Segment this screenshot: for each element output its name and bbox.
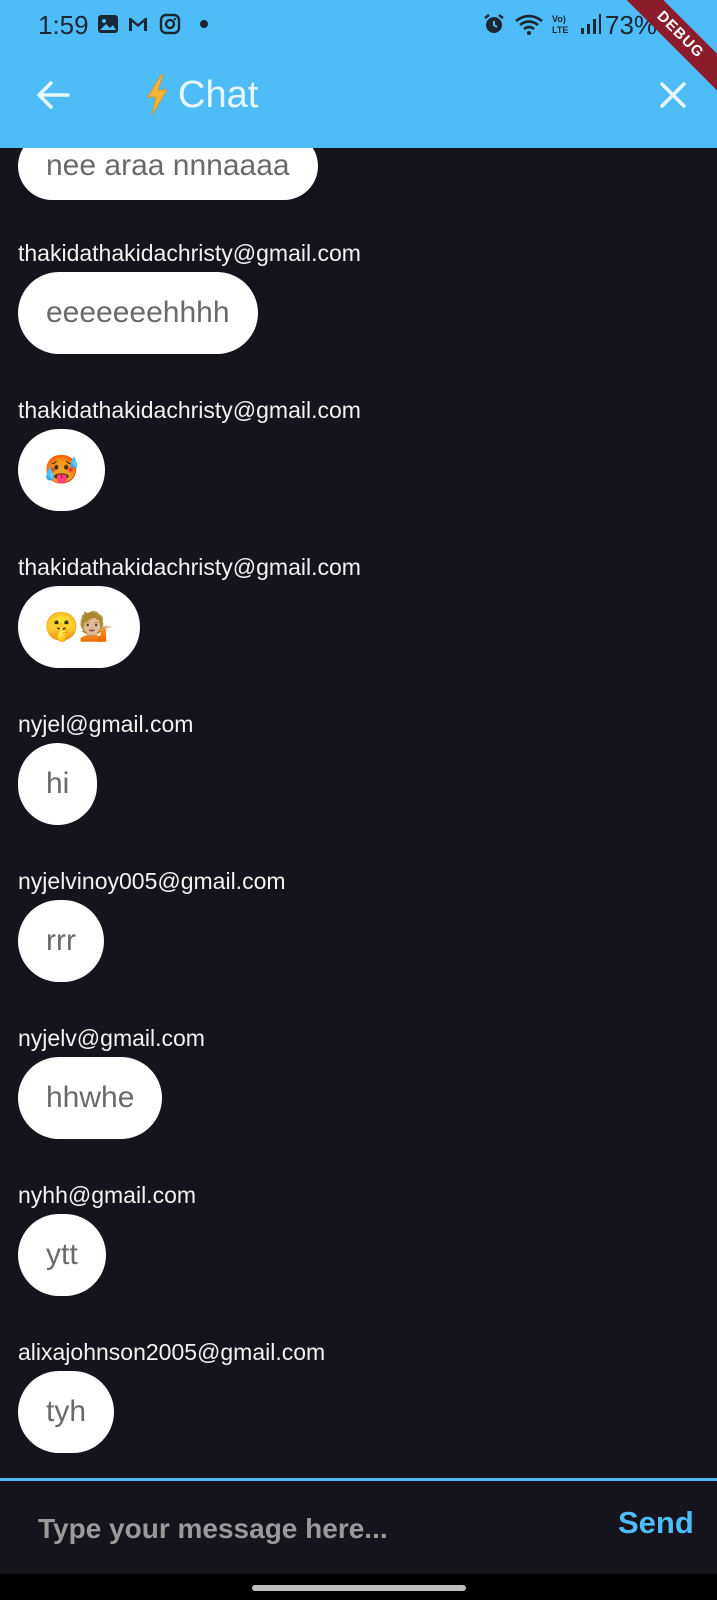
message-bubble: hhwhe bbox=[18, 1057, 163, 1139]
chat-message: thakidathakidachristy@gmail.com 🤫💁🏼 bbox=[18, 552, 361, 668]
wifi-icon bbox=[514, 12, 544, 36]
chat-message: nyjelvinoy005@gmail.com rrr bbox=[18, 866, 286, 982]
alarm-icon bbox=[482, 12, 506, 36]
message-sender: nyjelv@gmail.com bbox=[18, 1025, 205, 1051]
chat-message: thakidathakidachristy@gmail.com 🥵 bbox=[18, 395, 361, 511]
send-button[interactable]: Send bbox=[618, 1505, 694, 1541]
message-bubble: hi bbox=[18, 743, 98, 825]
message-sender: nyjelvinoy005@gmail.com bbox=[18, 868, 286, 894]
close-icon bbox=[660, 82, 686, 108]
close-button[interactable] bbox=[650, 72, 696, 118]
message-bubble: nee araa nnnaaaa bbox=[18, 148, 318, 200]
arrow-left-icon bbox=[37, 81, 70, 109]
message-bubble: tyh bbox=[18, 1371, 115, 1453]
back-button[interactable] bbox=[30, 72, 76, 118]
message-bubble: eeeeeeehhhh bbox=[18, 272, 258, 354]
system-nav-bar bbox=[0, 1574, 717, 1600]
message-bubble: ytt bbox=[18, 1214, 106, 1296]
chat-message: nyhh@gmail.com ytt bbox=[18, 1180, 196, 1296]
instagram-icon bbox=[158, 12, 182, 36]
lightning-bolt-icon bbox=[147, 74, 168, 116]
volte-icon: Vo) LTE bbox=[550, 12, 574, 36]
message-sender: nyhh@gmail.com bbox=[18, 1182, 197, 1208]
notification-dot bbox=[200, 20, 208, 28]
signal-icon bbox=[578, 12, 602, 36]
message-sender: thakidathakidachristy@gmail.com bbox=[18, 554, 361, 580]
message-bubble: rrr bbox=[18, 900, 104, 982]
chat-message: alixajohnson2005@gmail.com tyh bbox=[18, 1337, 325, 1453]
gallery-icon bbox=[96, 12, 120, 36]
message-bubble: 🥵 bbox=[18, 429, 105, 511]
app-bar: Chat bbox=[0, 62, 717, 132]
chat-screen: 1:59 Vo) LTE 73% Chat DEBUG nee araa nnn… bbox=[0, 0, 717, 1600]
status-bar: 1:59 Vo) LTE 73% bbox=[0, 0, 717, 50]
message-sender: alixajohnson2005@gmail.com bbox=[18, 1339, 326, 1365]
gmail-icon bbox=[126, 12, 150, 36]
svg-text:LTE: LTE bbox=[552, 25, 568, 35]
message-input[interactable] bbox=[38, 1509, 558, 1549]
message-composer: Send bbox=[0, 1478, 717, 1574]
message-sender: nyjel@gmail.com bbox=[18, 711, 194, 737]
status-time: 1:59 bbox=[38, 10, 89, 40]
svg-text:Vo): Vo) bbox=[552, 14, 566, 24]
chat-message: nyjelv@gmail.com hhwhe bbox=[18, 1023, 205, 1139]
home-gesture-handle[interactable] bbox=[252, 1585, 466, 1591]
page-title: Chat bbox=[178, 73, 259, 116]
message-list[interactable]: nee araa nnnaaaa thakidathakidachristy@g… bbox=[0, 148, 717, 1478]
chat-message: nyjel@gmail.com hi bbox=[18, 709, 193, 825]
message-sender: thakidathakidachristy@gmail.com bbox=[18, 240, 361, 266]
top-bar: 1:59 Vo) LTE 73% Chat DEBUG bbox=[0, 0, 717, 148]
app-title: Chat bbox=[144, 72, 258, 118]
chat-message: thakidathakidachristy@gmail.com eeeeeeeh… bbox=[18, 238, 361, 354]
message-sender: thakidathakidachristy@gmail.com bbox=[18, 397, 361, 423]
message-bubble: 🤫💁🏼 bbox=[18, 586, 140, 668]
chat-message: nee araa nnnaaaa bbox=[18, 148, 318, 200]
